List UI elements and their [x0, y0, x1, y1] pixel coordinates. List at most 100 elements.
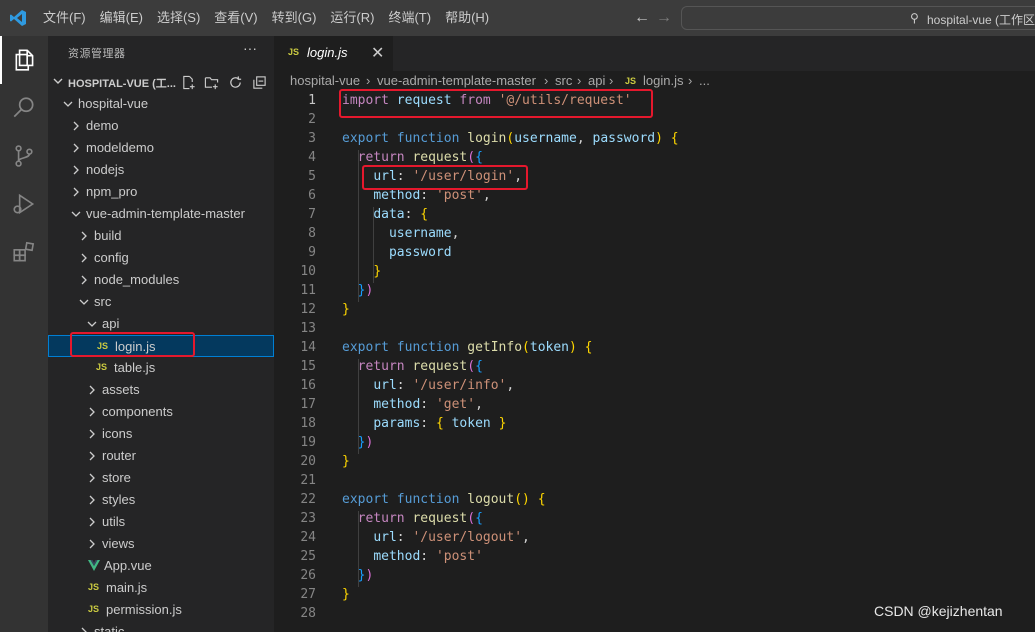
- code-token: password: [388, 245, 452, 260]
- menu-item[interactable]: 运行(R): [323, 0, 381, 36]
- code-token: }: [498, 416, 507, 431]
- chevron-right-icon: [89, 429, 95, 439]
- title-bar: 文件(F) 编辑(E) 选择(S) 查看(V) 转到(G) 运行(R) 终端(T) 帮助(H)…: [0, 0, 1035, 36]
- tree-folder[interactable]: router: [48, 445, 274, 467]
- breadcrumb-item[interactable]: hospital-vue: [290, 73, 360, 88]
- menu-item[interactable]: 终端(T): [381, 0, 438, 36]
- code-line: method: 'get',: [342, 397, 483, 412]
- watermark: CSDN @kejizhentan: [874, 603, 1003, 619]
- collapse-all-icon[interactable]: [250, 73, 268, 91]
- menu-item[interactable]: 编辑(E): [93, 0, 150, 36]
- command-center[interactable]: ⚲ hospital-vue (工作区: [681, 6, 1035, 30]
- code-token: url: [373, 378, 397, 393]
- code-token: return: [357, 511, 405, 526]
- more-actions-icon[interactable]: ···: [243, 40, 257, 56]
- search-activity-icon[interactable]: [0, 84, 48, 132]
- tree-file[interactable]: JS main.js: [48, 577, 274, 599]
- refresh-icon[interactable]: [226, 73, 244, 91]
- code-token: :: [420, 188, 436, 203]
- breadcrumb-item[interactable]: api: [588, 73, 605, 88]
- tree-folder[interactable]: vue-admin-template-master: [48, 203, 274, 225]
- tree-folder[interactable]: styles: [48, 489, 274, 511]
- chevron-right-icon: ›: [544, 73, 549, 88]
- code-token: (: [522, 340, 530, 355]
- menu-item[interactable]: 文件(F): [36, 0, 93, 36]
- breadcrumb-item[interactable]: login.js: [643, 73, 683, 88]
- line-number: 22: [300, 492, 316, 507]
- highlight-box-import: [339, 89, 653, 118]
- forward-arrow-icon[interactable]: →: [656, 9, 672, 27]
- tree-folder[interactable]: node_modules: [48, 269, 274, 291]
- breadcrumb-item[interactable]: vue-admin-template-master: [377, 73, 536, 88]
- tree-file[interactable]: JS table.js: [48, 357, 274, 379]
- new-folder-icon[interactable]: [202, 73, 220, 91]
- chevron-right-icon: [89, 385, 95, 395]
- tree-folder[interactable]: config: [48, 247, 274, 269]
- menu-item[interactable]: 查看(V): [207, 0, 264, 36]
- chevron-right-icon: [89, 495, 95, 505]
- menu-item[interactable]: 帮助(H): [438, 0, 496, 36]
- code-token: logout: [467, 492, 515, 507]
- tree-folder[interactable]: assets: [48, 379, 274, 401]
- close-icon[interactable]: ✕: [371, 43, 384, 63]
- tree-item-label: nodejs: [86, 162, 125, 177]
- chevron-right-icon: [89, 517, 95, 527]
- tree-folder[interactable]: views: [48, 533, 274, 555]
- line-number: 9: [308, 245, 316, 260]
- tree-folder[interactable]: src: [48, 291, 274, 313]
- tree-item-label: assets: [102, 382, 140, 397]
- tree-folder[interactable]: demo: [48, 115, 274, 137]
- code-token: password: [592, 131, 656, 146]
- chevron-right-icon: [81, 275, 87, 285]
- new-file-icon[interactable]: [179, 73, 197, 91]
- tree-item-label: icons: [102, 426, 133, 441]
- source-control-icon[interactable]: [0, 132, 48, 180]
- tree-item-label: demo: [86, 118, 119, 133]
- extensions-icon[interactable]: [0, 228, 48, 276]
- editor-tab-bar: JS login.js ✕: [274, 36, 1035, 71]
- menu-item[interactable]: 转到(G): [265, 0, 324, 36]
- tree-folder[interactable]: store: [48, 467, 274, 489]
- code-token: method: [373, 397, 421, 412]
- line-number: 5: [308, 169, 316, 184]
- code-token: export: [342, 492, 389, 507]
- code-token: function: [396, 492, 460, 507]
- tree-folder[interactable]: hospital-vue: [48, 93, 274, 115]
- code-token: request: [412, 150, 468, 165]
- code-token: username: [514, 131, 577, 146]
- tree-item-label: table.js: [114, 360, 156, 375]
- workspace-header[interactable]: HOSPITAL-VUE (工...: [48, 71, 274, 93]
- tree-folder[interactable]: build: [48, 225, 274, 247]
- tree-file[interactable]: JS permission.js: [48, 599, 274, 621]
- tree-folder[interactable]: modeldemo: [48, 137, 274, 159]
- tree-file[interactable]: App.vue: [48, 555, 274, 577]
- code-line: }: [342, 587, 350, 602]
- line-number: 12: [300, 302, 316, 317]
- breadcrumb-item[interactable]: ...: [699, 73, 710, 88]
- code-token: return: [357, 150, 405, 165]
- code-line: }: [342, 454, 350, 469]
- tree-folder[interactable]: icons: [48, 423, 274, 445]
- run-debug-icon[interactable]: [0, 180, 48, 228]
- tree-folder[interactable]: components: [48, 401, 274, 423]
- code-token: method: [373, 549, 421, 564]
- chevron-right-icon: [81, 627, 87, 632]
- explorer-icon[interactable]: [0, 36, 48, 84]
- tab-login-js[interactable]: JS login.js ✕: [274, 36, 393, 71]
- tree-folder[interactable]: npm_pro: [48, 181, 274, 203]
- tree-folder[interactable]: static: [48, 621, 274, 632]
- back-arrow-icon[interactable]: ←: [634, 9, 650, 27]
- tree-folder[interactable]: nodejs: [48, 159, 274, 181]
- highlight-box-url: [362, 165, 528, 190]
- line-number: 8: [308, 226, 316, 241]
- breadcrumb-item[interactable]: src: [555, 73, 572, 88]
- chevron-right-icon: [81, 253, 87, 263]
- chevron-right-icon: [89, 451, 95, 461]
- menu-item[interactable]: 选择(S): [150, 0, 207, 36]
- tree-folder[interactable]: utils: [48, 511, 274, 533]
- code-token: ,: [475, 397, 483, 412]
